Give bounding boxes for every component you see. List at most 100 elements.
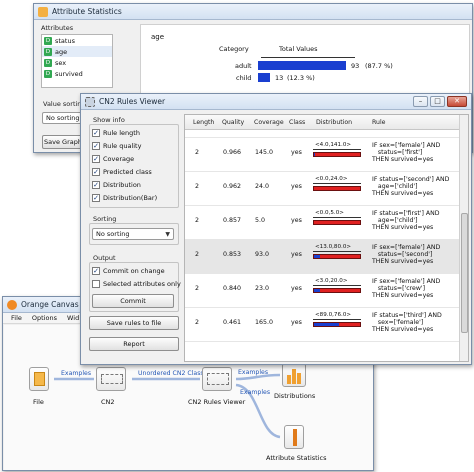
close-icon[interactable]: ✕ [447,96,467,107]
column-header-quality[interactable]: Quality [222,119,244,126]
menu-file[interactable]: File [11,314,22,322]
column-header-class[interactable]: Class [289,119,305,126]
class-cell: yes [291,217,302,224]
value-bar [258,73,270,82]
checkbox-check-icon: ✓ [92,129,100,137]
maximize-icon[interactable]: □ [430,96,445,107]
list-item[interactable]: Dsurvived [42,68,112,79]
rule-length-checkbox[interactable]: ✓ Rule length [92,129,140,137]
distribution-label: <13.0,80.0> [315,244,352,250]
header-underline [261,57,355,58]
distributions-widget-icon[interactable] [282,363,306,387]
value-sorting-select[interactable]: No sorting [42,112,82,124]
rule-length-cell: 2 [195,149,200,156]
distribution-checkbox[interactable]: ✓ Distribution [92,181,141,189]
output-label: Output [93,254,116,262]
coverage-cell: 24.0 [255,183,270,190]
checkbox-check-icon: ✓ [92,194,100,202]
rule-text: IF sex=['female'] AND status=['crew'] TH… [372,278,441,299]
rules-viewer-icon [207,373,229,385]
attribute-name: age [55,47,68,56]
report-button[interactable]: Report [89,337,179,351]
column-header-distribution[interactable]: Distribution [316,119,352,126]
attribute-name: sex [55,58,67,67]
vertical-scrollbar[interactable] [459,115,468,361]
checkbox-label: Distribution [103,181,141,189]
distribution-bar-no [314,153,316,156]
attributes-list[interactable]: Dstatus Dage Dsex Dsurvived [41,34,113,88]
coverage-cell: 165.0 [255,319,274,326]
list-item[interactable]: Dsex [42,57,112,68]
distributions-icon [287,375,291,384]
distribution-bar [313,220,361,225]
cn2-rules-viewer-window: CN2 Rules Viewer – □ ✕ Show info ✓ Rule l… [80,93,472,365]
minimize-icon[interactable]: – [413,96,428,107]
predicted-class-checkbox[interactable]: ✓ Predicted class [92,168,152,176]
rule-text: IF status=['first'] AND age=['child'] TH… [372,210,440,231]
distribution-underline [313,285,361,286]
table-row[interactable]: 2 0.857 5.0 yes <0.0,5.0> IF status=['first']… [185,206,460,240]
file-icon [34,372,45,386]
save-graph-button[interactable]: Save Graph [42,135,84,149]
show-info-label: Show info [93,116,125,124]
table-row[interactable]: 2 0.962 24.0 yes <0.0,24.0> IF status=['secon… [185,172,460,206]
checkbox-check-icon: ✓ [92,181,100,189]
class-cell: yes [291,285,302,292]
column-header-length[interactable]: Length [193,119,214,126]
window-title: Orange Canvas [21,300,79,309]
distribution-bar [313,288,361,293]
table-row[interactable]: 2 0.966 145.0 yes <4.0,141.0> IF sex=['female… [185,138,460,172]
checkbox-label: Commit on change [103,267,165,275]
column-header-coverage[interactable]: Coverage [254,119,284,126]
checkbox-empty-icon [92,280,100,288]
attribute-statistics-widget-icon[interactable] [284,425,304,449]
coverage-cell: 23.0 [255,285,270,292]
checkbox-label: Selected attributes only [103,280,181,288]
rules-table[interactable]: 20.720141.0no<4.0,141.0>IF sex=['female'… [184,114,469,362]
distributions-widget-label: Distributions [274,392,316,400]
rule-quality-cell: 0.853 [223,251,242,258]
menu-options[interactable]: Options [32,314,57,322]
distribution-underline [313,319,361,320]
table-row[interactable]: 2 0.461 165.0 yes <89.0,76.0> IF status=['thi… [185,308,460,342]
attribute-statistics-titlebar[interactable]: Attribute Statistics [34,4,472,20]
coverage-checkbox[interactable]: ✓ Coverage [92,155,134,163]
rule-quality-checkbox[interactable]: ✓ Rule quality [92,142,141,150]
save-rules-button[interactable]: Save rules to file [89,316,179,330]
category-label: child [236,74,252,82]
rule-text: IF sex=['female'] AND status=['first'] T… [372,142,441,163]
menu-widget[interactable]: Wid [67,314,79,322]
scrollbar-thumb[interactable] [461,213,468,333]
distribution-bar-checkbox[interactable]: ✓ Distribution(Bar) [92,194,157,202]
category-header: Category [219,45,249,53]
file-widget-label: File [33,398,44,406]
list-item[interactable]: Dage [42,46,112,57]
cn2-widget-icon[interactable] [96,367,126,391]
distribution-bar [313,186,361,191]
link-label: Examples [61,370,92,377]
distributions-icon-bar [297,373,301,384]
sorting-select[interactable]: No sorting ▼ [92,228,174,240]
value-count: 13 [275,74,284,82]
table-row[interactable]: 2 0.853 93.0 yes <13.0,80.0> IF sex=['female'… [185,240,460,274]
sorting-label: Sorting [93,215,117,223]
rule-quality-cell: 0.857 [223,217,242,224]
window-title: CN2 Rules Viewer [99,97,166,106]
distribution-bar [313,322,361,327]
rule-length-cell: 2 [195,217,200,224]
coverage-cell: 145.0 [255,149,274,156]
commit-button[interactable]: Commit [92,294,174,308]
file-widget-icon[interactable] [29,367,49,391]
distribution-label: <4.0,141.0> [315,142,352,148]
selected-attributes-only-checkbox[interactable]: Selected attributes only [92,280,181,288]
table-row[interactable]: 2 0.840 23.0 yes <3.0,20.0> IF sex=['female']… [185,274,460,308]
list-item[interactable]: Dstatus [42,35,112,46]
value-percent: (12.3 %) [287,74,315,82]
column-header-rule[interactable]: Rule [372,119,385,126]
cn2-rules-viewer-widget-icon[interactable] [202,367,232,391]
commit-on-change-checkbox[interactable]: ✓ Commit on change [92,267,165,275]
cn2-rules-viewer-label: CN2 Rules Viewer [188,398,246,406]
rule-length-cell: 2 [195,319,200,326]
attribute-name: status [55,36,75,45]
checkbox-label: Coverage [103,155,135,163]
